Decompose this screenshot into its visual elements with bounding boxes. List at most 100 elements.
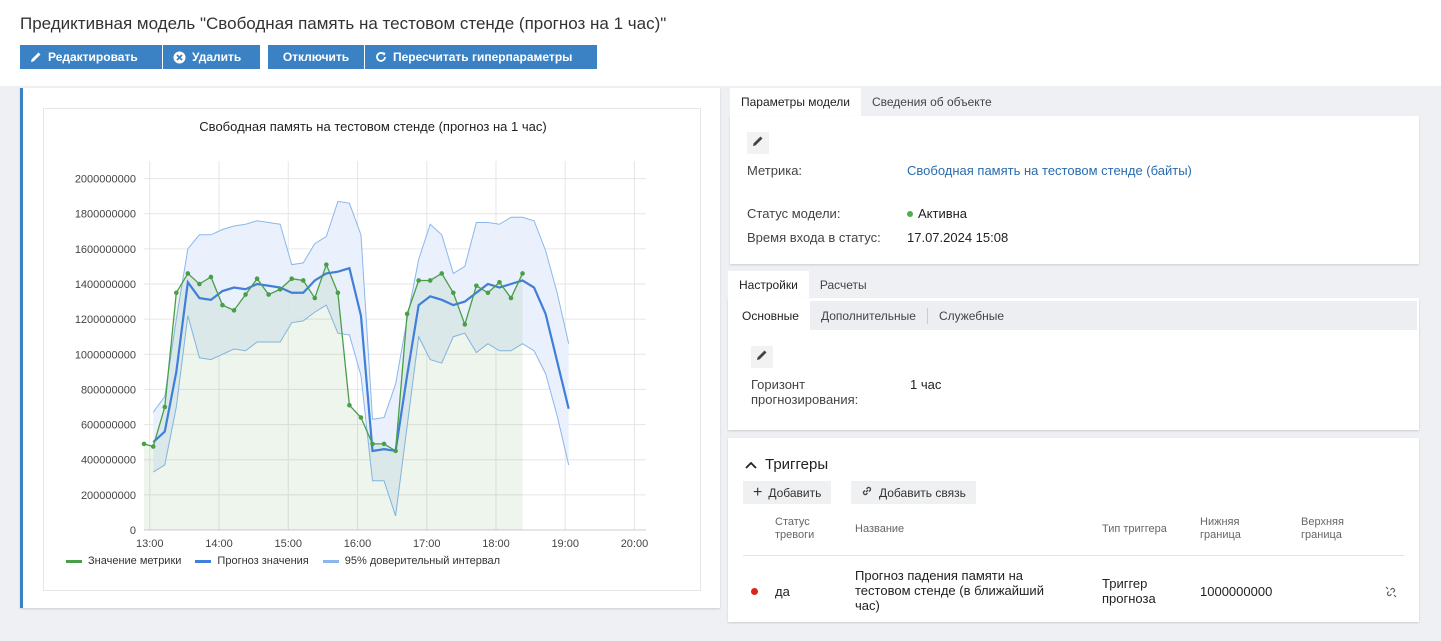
- tab-calculations[interactable]: Расчеты: [809, 271, 878, 299]
- legend-swatch-interval: [322, 559, 339, 563]
- model-tabs: Параметры модели Сведения об объекте: [730, 88, 1003, 116]
- horizon-label-line1: Горизонт: [751, 377, 806, 392]
- col-alarm-line1: Статус: [775, 516, 810, 528]
- legend-swatch-metric: [66, 559, 82, 563]
- delete-button[interactable]: Удалить: [163, 45, 260, 69]
- trigger-type-line1: Триггер: [1102, 576, 1148, 591]
- x-tick-label: 19:00: [551, 538, 579, 550]
- metric-point: [474, 283, 479, 289]
- metric-point: [347, 402, 352, 408]
- metric-point: [231, 308, 237, 313]
- chart-container: Свободная память на тестовом стенде (про…: [43, 108, 701, 591]
- metric-point: [162, 404, 168, 410]
- y-tick-label: 1600000000: [75, 244, 136, 256]
- metric-point: [324, 262, 329, 267]
- col-lower-line1: Нижняя: [1200, 516, 1240, 528]
- link-icon: [861, 485, 873, 500]
- legend-item-interval[interactable]: 95% доверительный интервал: [322, 555, 501, 567]
- metric-point: [300, 278, 306, 283]
- subtab-service[interactable]: Служебные: [928, 301, 1015, 330]
- x-tick-label: 16:00: [344, 538, 372, 550]
- triggers-header[interactable]: Триггеры: [745, 456, 828, 473]
- metric-point: [277, 286, 283, 292]
- close-circle-icon: [173, 51, 186, 64]
- status-text: Активна: [918, 206, 968, 221]
- x-tick-label: 20:00: [621, 538, 649, 550]
- triggers-title: Триггеры: [765, 456, 829, 473]
- trigger-type-line2: прогноза: [1102, 591, 1156, 606]
- y-tick-label: 1400000000: [75, 279, 136, 291]
- col-upper-line1: Верхняя: [1301, 516, 1344, 528]
- chart-legend: Значение метрики Прогноз значения 95% до…: [66, 555, 500, 567]
- disable-button[interactable]: Отключить: [268, 45, 364, 69]
- status-time-label: Время входа в статус:: [747, 230, 881, 245]
- add-link-button[interactable]: Добавить связь: [851, 481, 976, 504]
- col-alarm-line2: тревоги: [775, 529, 815, 541]
- horizon-label: Горизонт прогнозирования:: [751, 377, 858, 407]
- add-link-label: Добавить связь: [879, 485, 966, 500]
- metric-point: [462, 322, 468, 327]
- col-type: Тип триггера: [1102, 523, 1167, 535]
- metric-link[interactable]: Свободная память на тестовом стенде (бай…: [907, 163, 1192, 178]
- metric-point: [404, 311, 410, 317]
- metric-point: [289, 276, 295, 282]
- pencil-icon: [756, 348, 768, 366]
- legend-item-metric[interactable]: Значение метрики: [66, 555, 181, 567]
- y-tick-label: 400000000: [81, 455, 136, 467]
- metric-point: [497, 279, 502, 285]
- legend-swatch-forecast: [195, 559, 212, 563]
- recalc-button[interactable]: Пересчитать гиперпараметры: [365, 45, 597, 69]
- x-tick-label: 14:00: [205, 538, 233, 550]
- legend-label-forecast: Прогноз значения: [217, 555, 309, 567]
- metric-point: [520, 271, 525, 276]
- edit-button[interactable]: Редактировать: [20, 45, 162, 69]
- tab-model-params[interactable]: Параметры модели: [730, 88, 861, 116]
- alarm-value: да: [775, 584, 790, 599]
- y-tick-label: 0: [130, 525, 136, 537]
- status-value: Активна: [907, 206, 967, 221]
- table-header-divider: [743, 555, 1404, 556]
- add-trigger-button[interactable]: + Добавить: [743, 481, 832, 504]
- legend-label-interval: 95% доверительный интервал: [344, 555, 501, 567]
- metric-point: [197, 281, 202, 287]
- edit-params-button[interactable]: [747, 132, 769, 154]
- y-tick-label: 1800000000: [75, 209, 136, 221]
- subtab-basic[interactable]: Основные: [731, 301, 810, 330]
- settings-subtabs: Основные Дополнительные Служебные: [731, 301, 1417, 330]
- horizon-label-line2: прогнозирования:: [751, 392, 859, 407]
- tab-settings[interactable]: Настройки: [728, 271, 809, 299]
- metric-point: [508, 295, 514, 301]
- metric-point: [335, 290, 341, 296]
- metric-point: [150, 444, 156, 449]
- unlink-icon[interactable]: [1385, 585, 1397, 603]
- page-title: Предиктивная модель "Свободная память на…: [20, 14, 667, 33]
- y-tick-label: 1200000000: [75, 314, 136, 326]
- col-lower: Нижняя граница: [1200, 516, 1241, 542]
- x-tick-label: 17:00: [413, 538, 441, 550]
- edit-button-label: Редактировать: [48, 50, 138, 64]
- legend-label-metric: Значение метрики: [88, 555, 182, 567]
- metric-point: [141, 441, 147, 447]
- metric-point: [370, 441, 375, 447]
- metric-point: [174, 290, 179, 296]
- trigger-name-link[interactable]: Прогноз падения памяти на тестовом стенд…: [855, 568, 1044, 613]
- legend-item-forecast[interactable]: Прогноз значения: [195, 555, 309, 567]
- recalc-button-label: Пересчитать гиперпараметры: [393, 50, 573, 64]
- metric-point: [312, 295, 318, 301]
- trigger-name-line2: тестовом стенде (в ближайший: [855, 583, 1044, 598]
- y-tick-label: 1000000000: [75, 349, 136, 361]
- col-upper-line2: граница: [1301, 529, 1342, 541]
- trigger-lower: 1000000000: [1200, 584, 1273, 599]
- page-header: Предиктивная модель "Свободная память на…: [0, 0, 1441, 86]
- metric-point: [208, 274, 214, 280]
- metric-point: [416, 278, 421, 283]
- add-trigger-label: Добавить: [768, 485, 822, 500]
- metric-point: [485, 290, 491, 296]
- tab-object-info[interactable]: Сведения об объекте: [861, 88, 1003, 116]
- trigger-name-line3: час): [855, 598, 880, 613]
- edit-settings-button[interactable]: [751, 346, 773, 368]
- subtab-additional[interactable]: Дополнительные: [810, 301, 927, 330]
- pencil-icon: [30, 51, 42, 63]
- metric-point: [439, 271, 445, 276]
- chart-card: Свободная память на тестовом стенде (про…: [20, 88, 720, 608]
